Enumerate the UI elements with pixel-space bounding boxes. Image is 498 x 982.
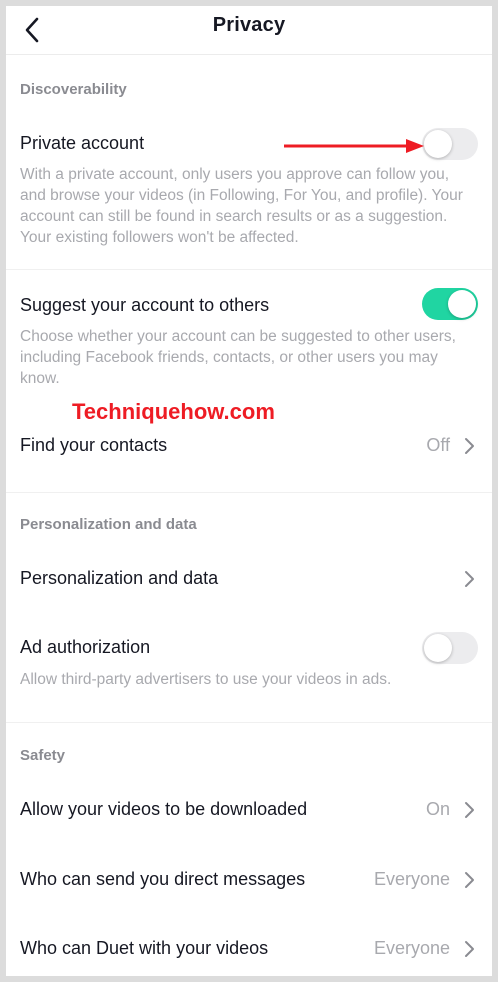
private-account-description: With a private account, only users you a…	[20, 166, 463, 246]
suggest-account-toggle[interactable]	[422, 288, 478, 320]
chevron-right-icon	[465, 941, 474, 957]
ad-authorization-label: Ad authorization	[20, 637, 151, 657]
direct-messages-value: Everyone	[373, 869, 450, 889]
divider	[6, 492, 492, 493]
suggest-account-label: Suggest your account to others	[20, 295, 270, 315]
private-account-toggle[interactable]	[422, 128, 478, 160]
direct-messages-label: Who can send you direct messages	[20, 869, 306, 889]
page-title: Privacy	[212, 14, 286, 36]
personalization-label: Personalization and data	[20, 568, 219, 588]
header-bar: Privacy	[6, 6, 492, 55]
red-arrow-annotation	[284, 139, 424, 153]
toggle-knob	[424, 130, 452, 158]
duet-value: Everyone	[373, 938, 450, 958]
app-frame: Privacy Discoverability Private account …	[6, 6, 492, 976]
private-account-label: Private account	[20, 133, 145, 153]
toggle-knob	[424, 634, 452, 662]
chevron-right-icon	[465, 571, 474, 587]
section-safety: Safety	[20, 747, 66, 764]
chevron-right-icon	[465, 802, 474, 818]
chevron-right-icon	[465, 872, 474, 888]
toggle-knob	[448, 290, 476, 318]
divider	[6, 722, 492, 723]
find-contacts-label: Find your contacts	[20, 435, 168, 455]
chevron-right-icon	[465, 438, 474, 454]
allow-download-value: On	[425, 799, 450, 819]
find-contacts-value: Off	[426, 435, 450, 455]
suggest-account-description: Choose whether your account can be sugge…	[20, 328, 456, 387]
section-personalization: Personalization and data	[20, 516, 197, 533]
ad-authorization-toggle[interactable]	[422, 632, 478, 664]
divider	[6, 269, 492, 270]
section-discoverability: Discoverability	[20, 81, 127, 98]
ad-authorization-description: Allow third-party advertisers to use you…	[20, 671, 392, 688]
duet-label: Who can Duet with your videos	[20, 938, 269, 958]
allow-download-label: Allow your videos to be downloaded	[20, 799, 308, 819]
